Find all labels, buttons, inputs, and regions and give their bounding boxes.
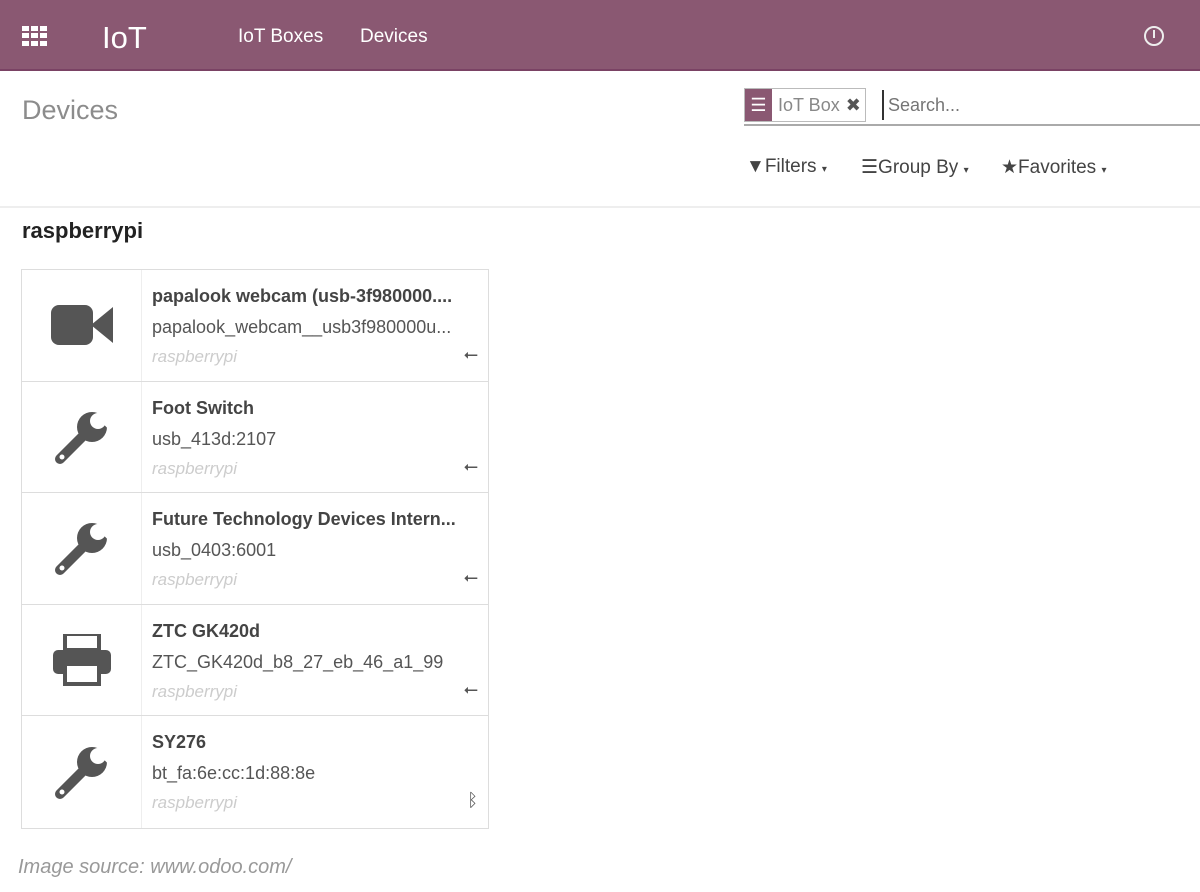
device-card[interactable]: SY276 bt_fa:6e:cc:1d:88:8e raspberrypi ᛒ: [22, 716, 488, 828]
device-name: papalook webcam (usb-3f980000....: [152, 286, 453, 306]
usb-icon: ⭠: [463, 455, 478, 476]
device-card[interactable]: papalook webcam (usb-3f980000.... papalo…: [22, 270, 488, 382]
wrench-icon: [22, 716, 142, 828]
device-identifier: papalook_webcam__usb3f980000u...: [152, 317, 452, 337]
video-camera-icon: [22, 270, 142, 381]
usb-icon: ⭠: [463, 678, 478, 699]
search-input[interactable]: [882, 90, 1182, 120]
star-icon: ★: [1001, 157, 1019, 178]
device-identifier: bt_fa:6e:cc:1d:88:8e: [152, 763, 316, 784]
filter-icon: ▼: [746, 156, 765, 177]
favorites-button[interactable]: ★Favorites ▾: [1001, 156, 1107, 179]
device-iot-box: raspberrypi: [152, 347, 238, 366]
menu-devices[interactable]: Devices: [360, 26, 428, 48]
usb-icon: ⭠: [463, 567, 478, 588]
bluetooth-icon: ᛒ: [467, 790, 478, 811]
device-iot-box: raspberrypi: [152, 570, 238, 590]
top-navbar: IoT IoT Boxes Devices: [0, 0, 1200, 71]
wrench-icon: [22, 493, 142, 604]
group-by-facet-icon: ☰: [745, 89, 772, 121]
divider: [0, 206, 1200, 208]
search-bar: ☰ IoT Box ✖: [744, 88, 1200, 126]
filters-button[interactable]: ▼Filters ▾: [746, 156, 827, 178]
usb-icon: ⭠: [463, 344, 478, 364]
group-header[interactable]: raspberrypi: [22, 218, 143, 244]
remove-facet-icon[interactable]: ✖: [846, 89, 865, 121]
device-kanban: papalook webcam (usb-3f980000.... papalo…: [21, 269, 489, 829]
list-icon: ☰: [861, 157, 879, 178]
device-identifier: usb_0403:6001: [152, 540, 277, 561]
page-title: Devices: [22, 95, 119, 125]
app-name: IoT: [102, 20, 147, 55]
filters-label: Filters: [764, 156, 817, 177]
device-iot-box: raspberrypi: [152, 681, 238, 701]
printer-icon: [22, 604, 142, 716]
device-identifier: ZTC_GK420d_b8_27_eb_46_a1_99: [152, 651, 444, 672]
search-facet: ☰ IoT Box ✖: [744, 88, 866, 122]
device-card[interactable]: Future Technology Devices Intern... usb_…: [22, 493, 488, 605]
group-by-button[interactable]: ☰Group By ▾: [861, 156, 969, 179]
app-grid-icon[interactable]: [22, 26, 48, 46]
device-iot-box: raspberrypi: [152, 793, 238, 813]
device-card[interactable]: Foot Switch usb_413d:2107 raspberrypi ⭠: [22, 381, 488, 494]
device-iot-box: raspberrypi: [152, 458, 238, 478]
device-identifier: usb_413d:2107: [152, 428, 277, 449]
favorites-label: Favorites: [1018, 157, 1097, 178]
device-name: SY276: [152, 732, 207, 753]
activity-clock-icon[interactable]: [1144, 26, 1164, 46]
image-credit: Image source: www.odoo.com/: [18, 856, 292, 878]
menu-iot-boxes[interactable]: IoT Boxes: [238, 26, 323, 48]
wrench-icon: [22, 381, 142, 493]
device-name: Future Technology Devices Intern...: [152, 509, 456, 530]
device-name: Foot Switch: [152, 397, 254, 418]
device-card[interactable]: ZTC GK420d ZTC_GK420d_b8_27_eb_46_a1_99 …: [22, 604, 488, 717]
facet-label: IoT Box: [778, 95, 840, 115]
device-name: ZTC GK420d: [152, 620, 261, 641]
group-by-label: Group By: [878, 157, 959, 178]
